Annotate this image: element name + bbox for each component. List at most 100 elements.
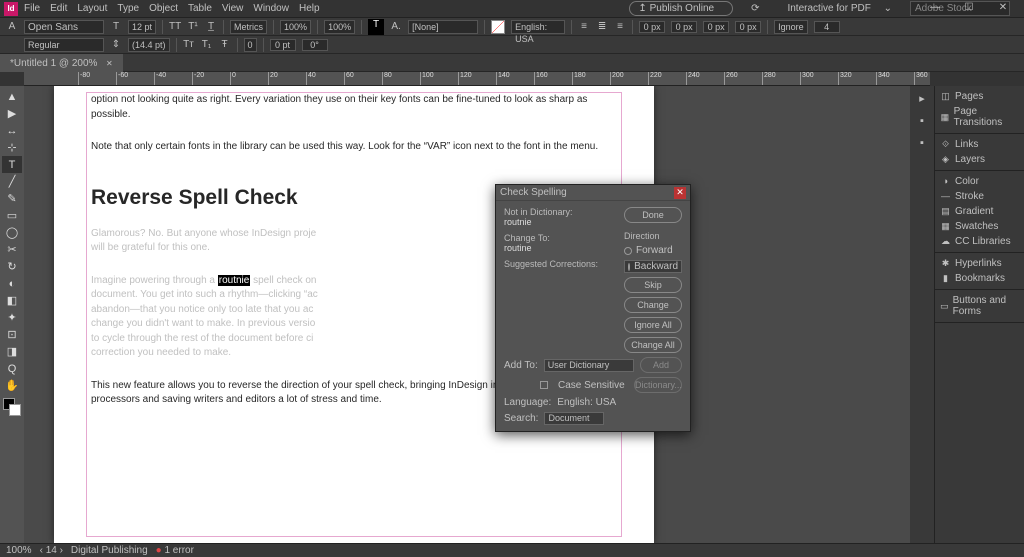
superscript-icon[interactable]: T¹ (187, 21, 199, 33)
tool-2[interactable]: ↔ (2, 122, 22, 139)
add-button[interactable]: Add (640, 357, 682, 373)
panel-item-buttons-and-forms[interactable]: ▭Buttons and Forms (935, 293, 1024, 319)
tool-15[interactable]: ◨ (2, 343, 22, 360)
scale-y-input[interactable]: 100% (324, 20, 355, 34)
subscript-icon[interactable]: T₁ (201, 39, 213, 51)
tool-1[interactable]: ▶ (2, 105, 22, 122)
tracking-input[interactable]: 0 (244, 38, 257, 52)
font-weight-select[interactable]: Regular (24, 38, 104, 52)
align-left-icon[interactable]: ≡ (578, 21, 590, 33)
align-center-icon[interactable]: ≣ (596, 21, 608, 33)
space-after-input[interactable]: 0 px (735, 21, 761, 33)
change-all-button[interactable]: Change All (624, 337, 682, 353)
zoom-level[interactable]: 100% (6, 545, 32, 556)
change-button[interactable]: Change (624, 297, 682, 313)
tool-6[interactable]: ✎ (2, 190, 22, 207)
search-scope-select[interactable]: Document (544, 412, 604, 425)
leading-select[interactable]: (14.4 pt) (128, 38, 170, 52)
tool-0[interactable]: ▲ (2, 88, 22, 105)
kerning-select[interactable]: Metrics (230, 20, 267, 34)
ignore-all-button[interactable]: Ignore All (624, 317, 682, 333)
panel-item-layers[interactable]: ◈Layers (935, 152, 1024, 167)
suggested-corrections-list[interactable] (504, 277, 616, 345)
case-sensitive-checkbox[interactable] (540, 381, 548, 389)
scale-x-input[interactable]: 100% (280, 20, 311, 34)
close-button[interactable]: ✕ (996, 2, 1010, 13)
rail-icon[interactable]: ▪ (920, 137, 924, 149)
skew-input[interactable]: 0° (302, 39, 328, 51)
panel-item-bookmarks[interactable]: ▮Bookmarks (935, 271, 1024, 286)
tool-12[interactable]: ◧ (2, 292, 22, 309)
maximize-button[interactable]: ☐ (962, 2, 976, 13)
menu-layout[interactable]: Layout (77, 3, 107, 14)
columns-input[interactable]: 4 (814, 21, 840, 33)
tt-caps-icon[interactable]: TT (169, 21, 181, 33)
tool-5[interactable]: ╱ (2, 173, 22, 190)
document-tab-close-icon[interactable]: ✕ (106, 59, 113, 68)
panel-item-color[interactable]: ◑Color (935, 174, 1024, 189)
font-size-select[interactable]: 12 pt (128, 20, 156, 34)
menu-type[interactable]: Type (117, 3, 139, 14)
tool-17[interactable]: ✋ (2, 377, 22, 394)
char-style-icon[interactable]: A. (390, 21, 402, 33)
tool-4[interactable]: T (2, 156, 22, 173)
menu-window[interactable]: Window (253, 3, 289, 14)
document-tab[interactable]: *Untitled 1 @ 200% ✕ (0, 54, 123, 72)
menu-edit[interactable]: Edit (50, 3, 67, 14)
dictionary-button[interactable]: Dictionary... (634, 377, 682, 393)
tool-3[interactable]: ⊹ (2, 139, 22, 156)
workspace-switcher[interactable]: Interactive for PDF ⌄ (787, 3, 892, 14)
menu-view[interactable]: View (222, 3, 244, 14)
panel-item-hyperlinks[interactable]: ✱Hyperlinks (935, 256, 1024, 271)
publish-online-button[interactable]: ↥ Publish Online (629, 1, 733, 16)
panel-item-page-transitions[interactable]: ▦Page Transitions (935, 104, 1024, 130)
sync-icon[interactable]: ⟳ (751, 3, 759, 14)
backward-radio[interactable]: Backward (624, 260, 682, 273)
tool-13[interactable]: ✦ (2, 309, 22, 326)
dialog-titlebar[interactable]: Check Spelling ✕ (496, 185, 690, 201)
preflight-errors[interactable]: ● 1 error (156, 545, 194, 556)
panel-item-links[interactable]: ⟐Links (935, 137, 1024, 152)
forward-radio[interactable]: Forward (624, 245, 682, 256)
fill-stroke-swatch[interactable] (3, 398, 21, 416)
underline-icon[interactable]: T̲ (205, 21, 217, 33)
rail-icon[interactable]: ▸ (919, 92, 925, 105)
character-icon[interactable]: A (6, 21, 18, 33)
panel-item-stroke[interactable]: —Stroke (935, 189, 1024, 204)
tool-14[interactable]: ⊡ (2, 326, 22, 343)
menu-table[interactable]: Table (188, 3, 212, 14)
small-caps-icon[interactable]: Tᴛ (183, 39, 195, 51)
font-family-select[interactable]: Open Sans (24, 20, 104, 34)
panel-item-swatches[interactable]: ▦Swatches (935, 219, 1024, 234)
add-to-select[interactable]: User Dictionary (544, 359, 634, 372)
baseline-shift-input[interactable]: 0 pt (270, 39, 296, 51)
space-before-input[interactable]: 0 px (703, 21, 729, 33)
strikethrough-icon[interactable]: Ŧ (219, 39, 231, 51)
tool-10[interactable]: ↻ (2, 258, 22, 275)
indent-first-input[interactable]: 0 px (671, 21, 697, 33)
skip-button[interactable]: Skip (624, 277, 682, 293)
tool-7[interactable]: ▭ (2, 207, 22, 224)
panel-item-pages[interactable]: ◫Pages (935, 89, 1024, 104)
panel-item-gradient[interactable]: ▤Gradient (935, 204, 1024, 219)
rail-icon[interactable]: ▪ (920, 115, 924, 127)
tool-9[interactable]: ✂ (2, 241, 22, 258)
para-style-select[interactable]: [None] (408, 20, 478, 34)
minimize-button[interactable]: — (928, 2, 942, 13)
change-to-input[interactable]: routine (504, 243, 616, 253)
baseline-align-select[interactable]: Ignore (774, 20, 808, 34)
tool-16[interactable]: Q (2, 360, 22, 377)
canvas[interactable]: option not looking quite as right. Every… (24, 86, 910, 543)
menu-object[interactable]: Object (149, 3, 178, 14)
indent-left-input[interactable]: 0 px (639, 21, 665, 33)
stroke-none-swatch[interactable] (491, 20, 505, 34)
fill-swatch[interactable]: T (368, 19, 384, 35)
menu-file[interactable]: File (24, 3, 40, 14)
panel-item-cc-libraries[interactable]: ☁CC Libraries (935, 234, 1024, 249)
menu-help[interactable]: Help (299, 3, 320, 14)
dialog-close-button[interactable]: ✕ (674, 187, 686, 199)
tool-11[interactable]: ◐ (2, 275, 22, 292)
tool-8[interactable]: ◯ (2, 224, 22, 241)
align-right-icon[interactable]: ≡ (614, 21, 626, 33)
page-nav[interactable]: ‹ 14 › (40, 545, 63, 556)
